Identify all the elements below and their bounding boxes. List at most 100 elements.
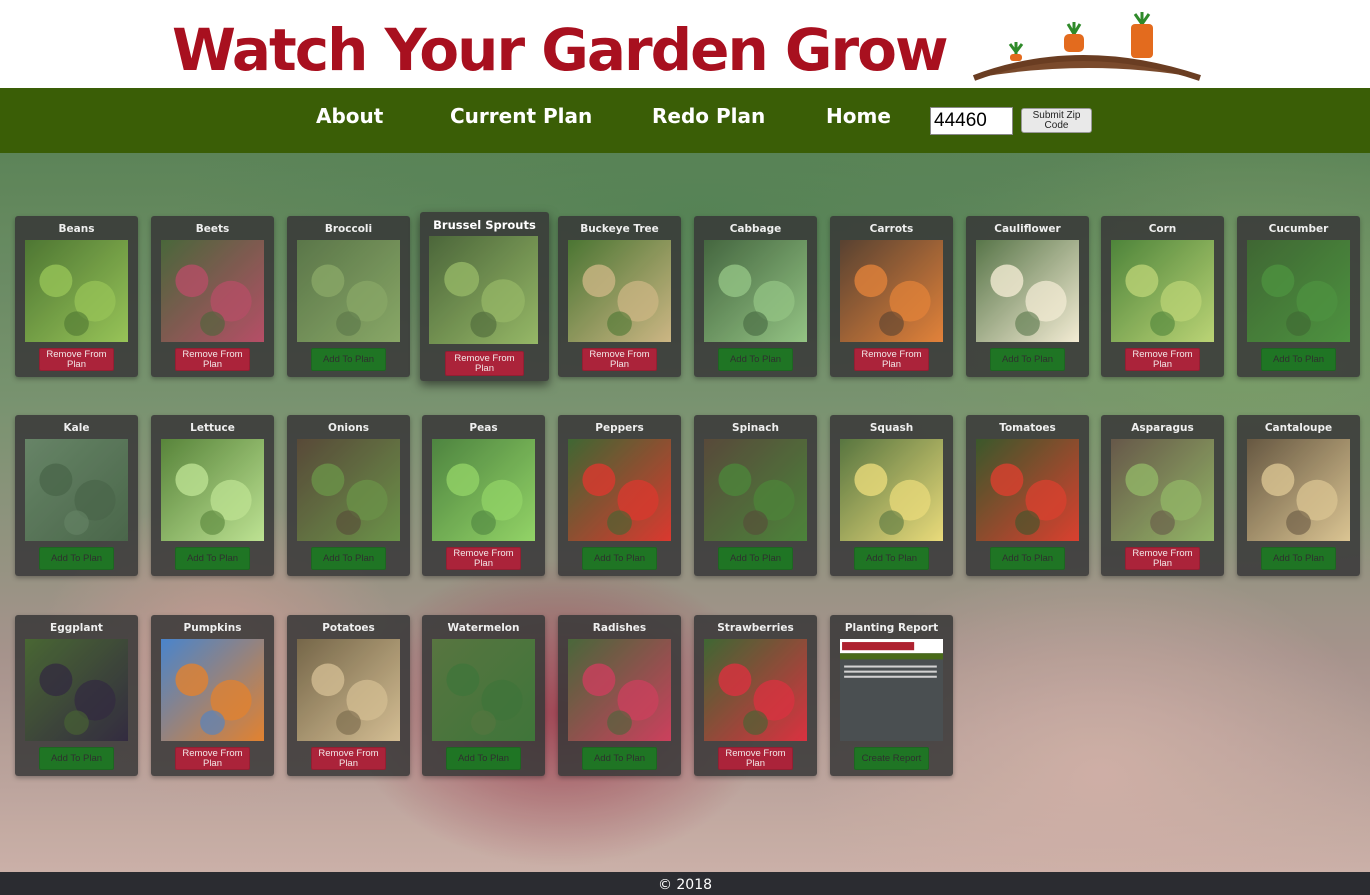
lettuce-photo xyxy=(161,439,264,541)
nav-current-plan[interactable]: Current Plan xyxy=(450,104,592,128)
remove-from-plan-button[interactable]: Remove From Plan xyxy=(445,351,524,376)
plant-card-title: Cauliflower xyxy=(994,223,1061,235)
add-to-plan-button[interactable]: Add To Plan xyxy=(718,348,793,371)
plant-card: Tomatoes Add To Plan xyxy=(966,415,1089,576)
plant-card-title: Spinach xyxy=(732,422,779,434)
plant-card: Radishes Add To Plan xyxy=(558,615,681,776)
remove-from-plan-button[interactable]: Remove From Plan xyxy=(718,747,793,770)
add-to-plan-button[interactable]: Add To Plan xyxy=(990,547,1065,570)
plant-card: Beans Remove From Plan xyxy=(15,216,138,377)
eggplant-photo xyxy=(25,639,128,741)
plant-card-title: Eggplant xyxy=(50,622,103,634)
plant-card: Buckeye Tree Remove From Plan xyxy=(558,216,681,377)
nav-redo-plan[interactable]: Redo Plan xyxy=(652,104,765,128)
plant-card-title: Peppers xyxy=(595,422,644,434)
cabbage-photo xyxy=(704,240,807,342)
plant-card-title: Lettuce xyxy=(190,422,235,434)
plant-card: Carrots Remove From Plan xyxy=(830,216,953,377)
remove-from-plan-button[interactable]: Remove From Plan xyxy=(1125,547,1200,570)
nav-about[interactable]: About xyxy=(316,104,383,128)
site-title[interactable]: Watch Your Garden Grow xyxy=(172,14,949,86)
create-report-button[interactable]: Create Report xyxy=(854,747,929,770)
add-to-plan-button[interactable]: Add To Plan xyxy=(311,547,386,570)
cucumber-photo xyxy=(1247,240,1350,342)
radishes-photo xyxy=(568,639,671,741)
carrots-photo xyxy=(840,240,943,342)
remove-from-plan-button[interactable]: Remove From Plan xyxy=(39,348,114,371)
remove-from-plan-button[interactable]: Remove From Plan xyxy=(854,348,929,371)
buckeye-tree-photo xyxy=(568,240,671,342)
add-to-plan-button[interactable]: Add To Plan xyxy=(311,348,386,371)
plant-card: Eggplant Add To Plan xyxy=(15,615,138,776)
main-navigation: About Current Plan Redo Plan Home Submit… xyxy=(0,88,1370,153)
plant-grid-area: Beans Remove From Plan Beets Remove From … xyxy=(0,153,1370,872)
strawberries-photo xyxy=(704,639,807,741)
squash-photo xyxy=(840,439,943,541)
remove-from-plan-button[interactable]: Remove From Plan xyxy=(311,747,386,770)
plant-card-title: Planting Report xyxy=(844,622,939,634)
zip-code-input[interactable] xyxy=(930,107,1013,135)
cantaloupe-photo xyxy=(1247,439,1350,541)
onions-photo xyxy=(297,439,400,541)
corn-photo xyxy=(1111,240,1214,342)
plant-card: Peppers Add To Plan xyxy=(558,415,681,576)
plant-card-title: Tomatoes xyxy=(999,422,1056,434)
add-to-plan-button[interactable]: Add To Plan xyxy=(990,348,1065,371)
remove-from-plan-button[interactable]: Remove From Plan xyxy=(175,348,250,371)
remove-from-plan-button[interactable]: Remove From Plan xyxy=(1125,348,1200,371)
site-header: Watch Your Garden Grow xyxy=(0,0,1370,88)
add-to-plan-button[interactable]: Add To Plan xyxy=(175,547,250,570)
add-to-plan-button[interactable]: Add To Plan xyxy=(39,547,114,570)
add-to-plan-button[interactable]: Add To Plan xyxy=(582,547,657,570)
plant-card-title: Beets xyxy=(195,223,230,235)
plant-card-title: Squash xyxy=(869,422,914,434)
add-to-plan-button[interactable]: Add To Plan xyxy=(446,747,521,770)
planting-report-thumbnail xyxy=(840,639,943,741)
plant-card: Broccoli Add To Plan xyxy=(287,216,410,377)
plant-card: Peas Remove From Plan xyxy=(422,415,545,576)
plant-card-title: Peas xyxy=(469,422,498,434)
nav-home[interactable]: Home xyxy=(826,104,891,128)
plant-card-title: Buckeye Tree xyxy=(580,223,659,235)
spinach-photo xyxy=(704,439,807,541)
add-to-plan-button[interactable]: Add To Plan xyxy=(854,547,929,570)
plant-card-title: Broccoli xyxy=(324,223,373,235)
plant-card: Squash Add To Plan xyxy=(830,415,953,576)
submit-zip-button[interactable]: Submit Zip Code xyxy=(1021,108,1092,133)
brussel-sprouts-photo xyxy=(429,236,538,344)
cauliflower-photo xyxy=(976,240,1079,342)
plant-card: Kale Add To Plan xyxy=(15,415,138,576)
potatoes-photo xyxy=(297,639,400,741)
plant-card: Planting Report Create Report xyxy=(830,615,953,776)
peas-photo xyxy=(432,439,535,541)
plant-card: Spinach Add To Plan xyxy=(694,415,817,576)
plant-card: Cucumber Add To Plan xyxy=(1237,216,1360,377)
pumpkins-photo xyxy=(161,639,264,741)
plant-card: Watermelon Add To Plan xyxy=(422,615,545,776)
plant-card-title: Kale xyxy=(63,422,90,434)
asparagus-photo xyxy=(1111,439,1214,541)
tomatoes-photo xyxy=(976,439,1079,541)
add-to-plan-button[interactable]: Add To Plan xyxy=(39,747,114,770)
watermelon-photo xyxy=(432,639,535,741)
kale-photo xyxy=(25,439,128,541)
remove-from-plan-button[interactable]: Remove From Plan xyxy=(582,348,657,371)
plant-card: Cauliflower Add To Plan xyxy=(966,216,1089,377)
add-to-plan-button[interactable]: Add To Plan xyxy=(582,747,657,770)
footer-copyright: © 2018 xyxy=(0,872,1370,895)
plant-card-title: Brussel Sprouts xyxy=(433,218,536,232)
plant-card-title: Potatoes xyxy=(322,622,375,634)
add-to-plan-button[interactable]: Add To Plan xyxy=(718,547,793,570)
remove-from-plan-button[interactable]: Remove From Plan xyxy=(446,547,521,570)
plant-card: Potatoes Remove From Plan xyxy=(287,615,410,776)
plant-card-title: Corn xyxy=(1148,223,1177,235)
plant-card: Lettuce Add To Plan xyxy=(151,415,274,576)
plant-card-title: Strawberries xyxy=(717,622,794,634)
peppers-photo xyxy=(568,439,671,541)
add-to-plan-button[interactable]: Add To Plan xyxy=(1261,547,1336,570)
plant-card-title: Cabbage xyxy=(729,223,782,235)
plant-card: Brussel Sprouts Remove From Plan xyxy=(420,212,549,381)
add-to-plan-button[interactable]: Add To Plan xyxy=(1261,348,1336,371)
garden-logo-icon xyxy=(972,12,1201,81)
remove-from-plan-button[interactable]: Remove From Plan xyxy=(175,747,250,770)
